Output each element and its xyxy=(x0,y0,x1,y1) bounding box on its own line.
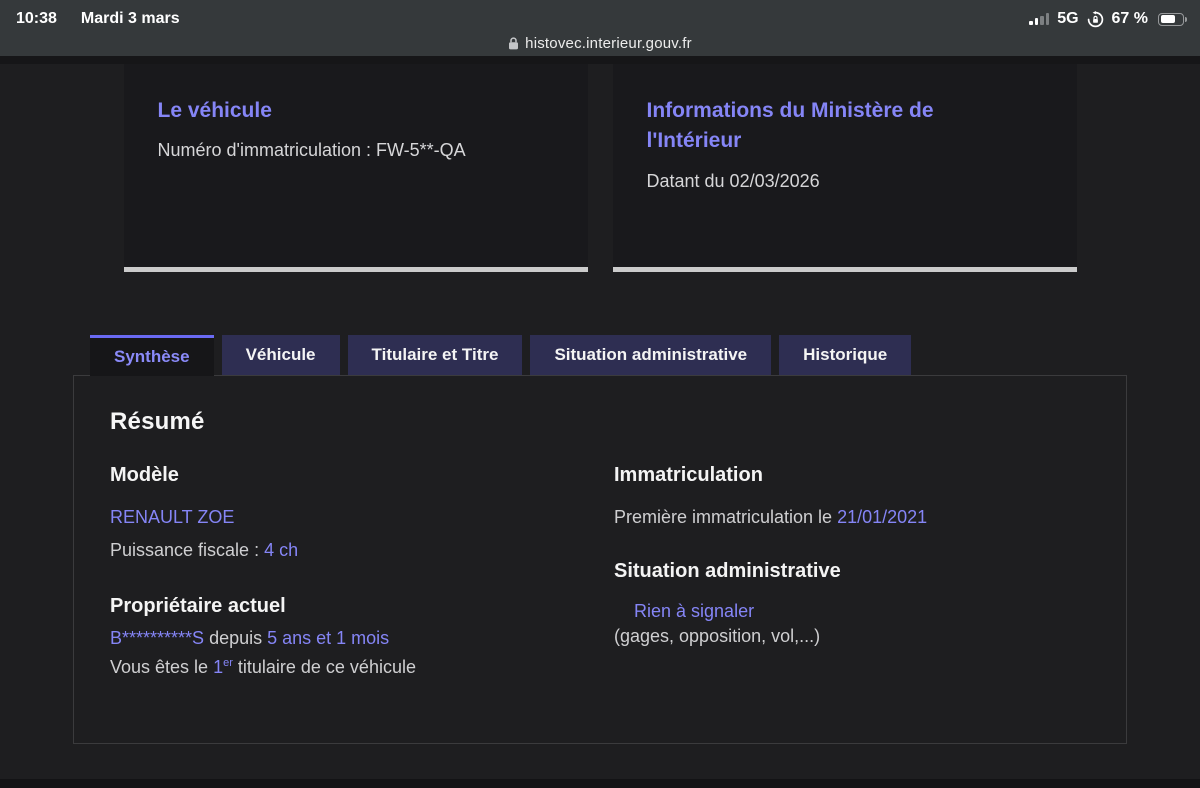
date: Mardi 3 mars xyxy=(81,10,180,28)
info-cards-row: Le véhicule Numéro d'immatriculation : F… xyxy=(0,64,1200,272)
screen: 10:38 Mardi 3 mars 5G 67 % xyxy=(0,0,1200,788)
url-domain: histovec.interieur.gouv.fr xyxy=(525,35,692,52)
summary-columns: Modèle RENAULT ZOE Puissance fiscale : 4… xyxy=(110,464,1090,678)
summary-title: Résumé xyxy=(110,408,1090,436)
first-registration-line: Première immatriculation le 21/01/2021 xyxy=(614,507,1090,528)
admin-status-heading: Situation administrative xyxy=(614,560,1090,583)
registration-heading: Immatriculation xyxy=(614,464,1090,487)
histovec-page: Le véhicule Numéro d'immatriculation : F… xyxy=(0,56,1200,788)
holder-ordinal-sup: er xyxy=(223,657,233,669)
network-type: 5G xyxy=(1057,10,1078,28)
owner-heading: Propriétaire actuel xyxy=(110,595,614,618)
synthese-panel: Résumé Modèle RENAULT ZOE Puissance fisc… xyxy=(73,375,1127,744)
tab-vehicule-label: Véhicule xyxy=(246,345,316,365)
holder-ordinal: 1 xyxy=(213,657,223,677)
holder-prefix: Vous êtes le xyxy=(110,657,213,677)
tab-situation-administrative[interactable]: Situation administrative xyxy=(530,335,771,375)
ios-top-bar: 10:38 Mardi 3 mars 5G 67 % xyxy=(0,0,1200,56)
owner-duration: 5 ans et 1 mois xyxy=(267,628,389,648)
padlock-icon xyxy=(508,37,519,50)
ministry-card-title: Informations du Ministère de l'Intérieur xyxy=(647,96,1007,157)
summary-left-column: Modèle RENAULT ZOE Puissance fiscale : 4… xyxy=(110,464,614,678)
fiscal-power-line: Puissance fiscale : 4 ch xyxy=(110,540,614,561)
page-bottom-strip xyxy=(0,779,1200,788)
tab-titulaire-label: Titulaire et Titre xyxy=(372,345,499,365)
admin-status-note: (gages, opposition, vol,...) xyxy=(614,626,1090,647)
summary-right-column: Immatriculation Première immatriculation… xyxy=(614,464,1090,678)
status-left: 10:38 Mardi 3 mars xyxy=(16,10,180,28)
first-registration-label: Première immatriculation le xyxy=(614,507,837,527)
vehicle-card-body: Numéro d'immatriculation : FW-5**-QA xyxy=(158,140,554,161)
tab-titulaire-et-titre[interactable]: Titulaire et Titre xyxy=(348,335,523,375)
clock: 10:38 xyxy=(16,10,57,28)
signal-bars-icon xyxy=(1029,13,1049,25)
status-bar: 10:38 Mardi 3 mars 5G 67 % xyxy=(0,0,1200,30)
tab-bar: Synthèse Véhicule Titulaire et Titre Sit… xyxy=(90,335,1200,375)
model-heading: Modèle xyxy=(110,464,614,487)
battery-icon xyxy=(1158,13,1184,26)
status-right: 5G 67 % xyxy=(1029,10,1184,28)
vehicle-card: Le véhicule Numéro d'immatriculation : F… xyxy=(124,64,588,272)
model-name: RENAULT ZOE xyxy=(110,507,614,528)
ministry-card-body: Datant du 02/03/2026 xyxy=(647,171,1043,192)
owner-depuis-label: depuis xyxy=(204,628,267,648)
ministry-card: Informations du Ministère de l'Intérieur… xyxy=(613,64,1077,272)
owner-line: B**********S depuis 5 ans et 1 mois xyxy=(110,628,614,649)
page-top-strip xyxy=(0,56,1200,64)
vehicle-card-title: Le véhicule xyxy=(158,96,518,126)
holder-suffix: titulaire de ce véhicule xyxy=(233,657,416,677)
orientation-lock-icon xyxy=(1087,11,1104,28)
tab-synthese-label: Synthèse xyxy=(114,347,190,367)
owner-masked-name: B**********S xyxy=(110,628,204,648)
tab-historique[interactable]: Historique xyxy=(779,335,911,375)
holder-line: Vous êtes le 1er titulaire de ce véhicul… xyxy=(110,657,614,678)
tab-vehicule[interactable]: Véhicule xyxy=(222,335,340,375)
fiscal-power-label: Puissance fiscale : xyxy=(110,540,264,560)
fiscal-power-value: 4 ch xyxy=(264,540,298,560)
tab-historique-label: Historique xyxy=(803,345,887,365)
admin-status-value: Rien à signaler xyxy=(614,601,1090,622)
tab-situation-label: Situation administrative xyxy=(554,345,747,365)
url-bar[interactable]: histovec.interieur.gouv.fr xyxy=(0,30,1200,56)
tab-synthese[interactable]: Synthèse xyxy=(90,335,214,376)
first-registration-date: 21/01/2021 xyxy=(837,507,927,527)
battery-percent: 67 % xyxy=(1112,10,1148,28)
